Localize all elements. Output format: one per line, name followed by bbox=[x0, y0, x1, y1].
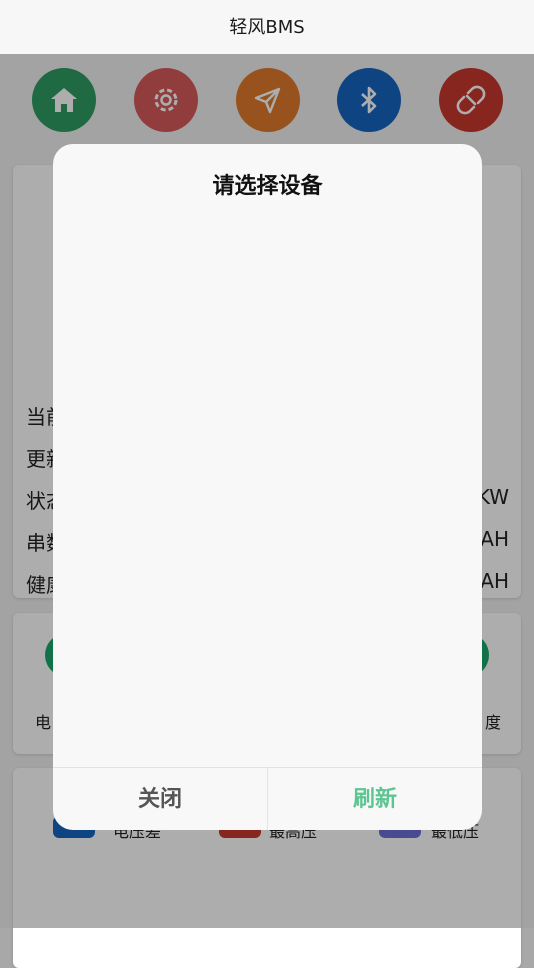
device-select-dialog: 请选择设备 关闭 刷新 bbox=[53, 144, 482, 830]
app-title-bar: 轻风BMS bbox=[0, 0, 534, 54]
dialog-title: 请选择设备 bbox=[212, 174, 323, 199]
close-button[interactable]: 关闭 bbox=[53, 768, 267, 830]
app-title: 轻风BMS bbox=[229, 17, 305, 38]
dialog-footer: 关闭 刷新 bbox=[53, 767, 482, 830]
refresh-button[interactable]: 刷新 bbox=[268, 768, 482, 830]
device-list[interactable] bbox=[53, 204, 482, 767]
